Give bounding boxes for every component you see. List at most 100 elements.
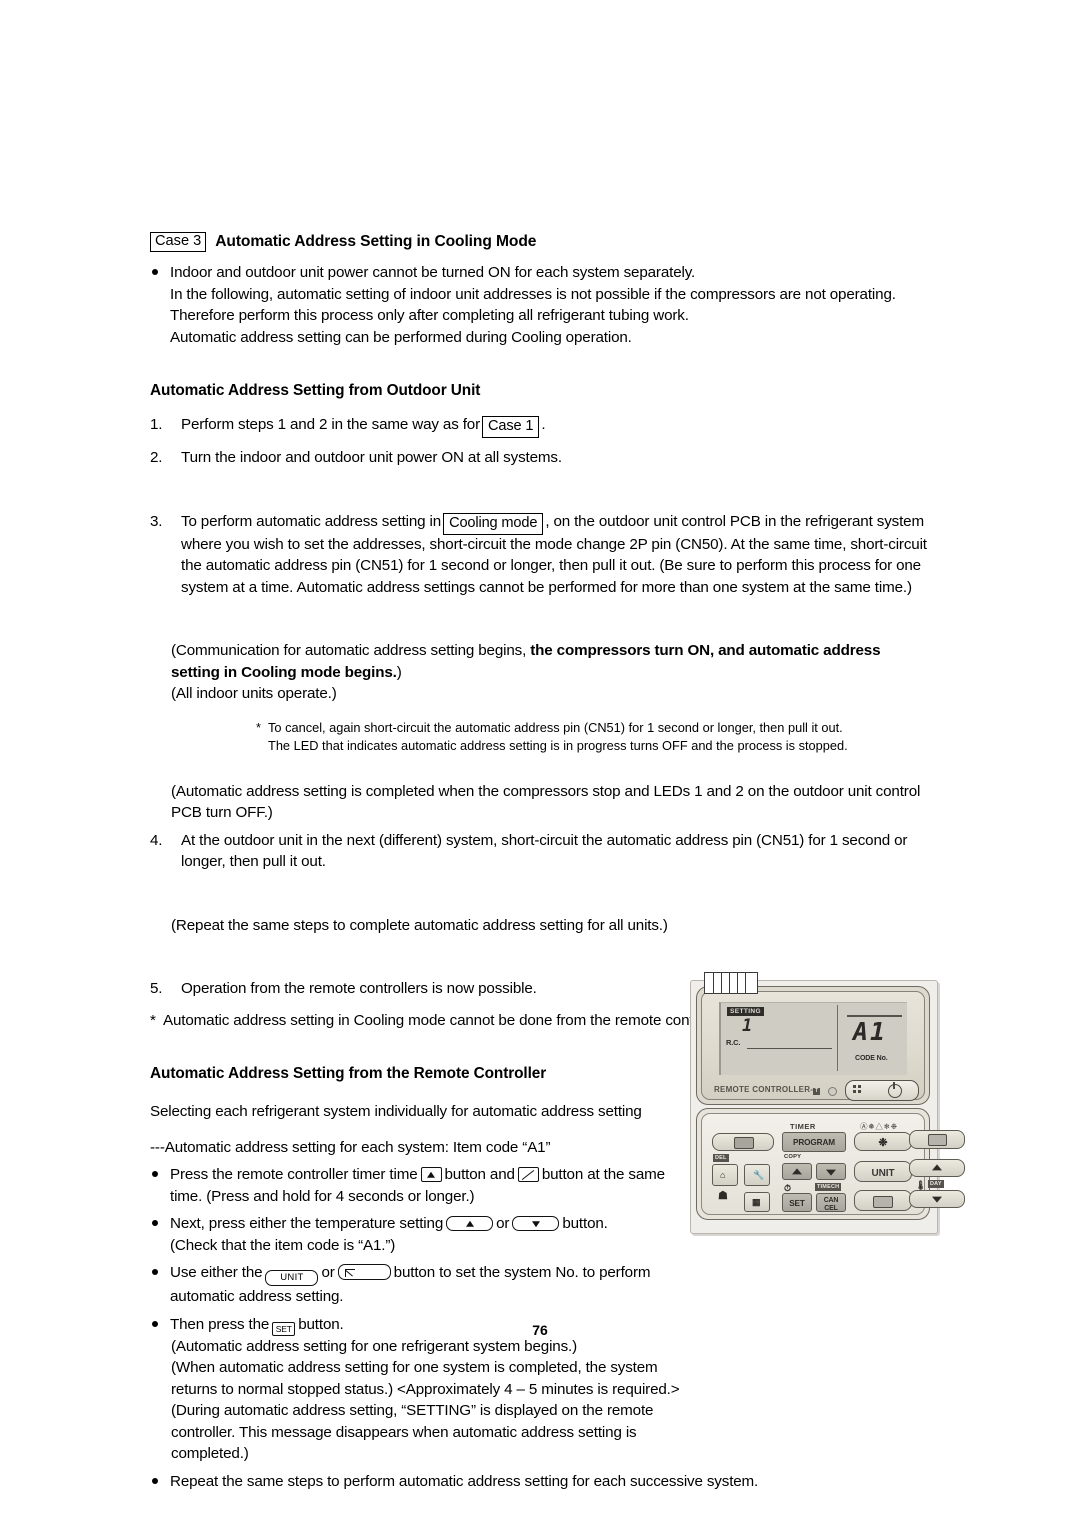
set-button[interactable]: SET bbox=[782, 1193, 812, 1212]
paren-note-line-3: returns to normal stopped status.) <Appr… bbox=[171, 1380, 680, 1398]
temp-down-key-icon bbox=[512, 1216, 560, 1231]
airflow-icon bbox=[344, 1269, 355, 1277]
service-button[interactable]: 🔧 bbox=[744, 1164, 770, 1186]
remote-bullet-3-part-1: Use either the bbox=[170, 1264, 263, 1281]
page-title: Automatic Address Setting in Cooling Mod… bbox=[215, 233, 537, 250]
item-code-dash-line: ---Automatic address setting for each sy… bbox=[150, 1138, 551, 1156]
timer-up-button[interactable] bbox=[782, 1163, 812, 1180]
step-3: 3. To perform automatic address setting … bbox=[150, 511, 940, 599]
code-number-label: CODE No. bbox=[855, 1055, 888, 1062]
step-1-text-before: Perform steps 1 and 2 in the same way as… bbox=[181, 416, 480, 433]
wrench-icon: 🔧 bbox=[753, 1170, 765, 1180]
time-check-label: TIMECH bbox=[815, 1183, 842, 1191]
step-3-line-2: where you wish to set the addresses, sho… bbox=[181, 535, 927, 553]
fan-speed-button[interactable]: ❉ bbox=[854, 1132, 912, 1151]
timer-up-key-icon bbox=[420, 1167, 442, 1182]
step-1-number: 1. bbox=[150, 416, 163, 433]
del-label: DEL bbox=[713, 1154, 729, 1162]
airflow-icon bbox=[873, 1196, 893, 1208]
mode-button[interactable] bbox=[909, 1130, 965, 1149]
step-3-number: 3. bbox=[150, 512, 163, 530]
manual-page: Case 3 Automatic Address Setting in Cool… bbox=[0, 0, 1080, 1528]
cancel-button[interactable]: CAN CEL bbox=[816, 1193, 846, 1212]
intro-line-3: Therefore perform this process only afte… bbox=[170, 307, 689, 324]
save-mode-button[interactable]: ⌂ bbox=[712, 1164, 738, 1186]
check-label: CH bbox=[830, 1184, 840, 1190]
remote-lower-shell: TIMER Ⓐ❅△❄❉ DEL ⌂ 🔧 ☗ ▦ PROGRAM COPY ⏱ T… bbox=[696, 1108, 930, 1220]
cancel-label: CAN CEL bbox=[823, 1197, 839, 1212]
remote-bullet-3-line-2: automatic address setting. bbox=[170, 1288, 344, 1305]
airflow-direction-button[interactable] bbox=[854, 1190, 912, 1211]
step-3-text-before: To perform automatic address setting in bbox=[181, 512, 442, 530]
status-led-icon bbox=[828, 1087, 837, 1096]
temp-up-button[interactable] bbox=[909, 1159, 965, 1177]
step-1-text-after: . bbox=[541, 416, 546, 433]
step-3-line-4: system at a time. Automatic address sett… bbox=[181, 578, 912, 596]
communication-note-bold-2: setting in Cooling mode begins. bbox=[171, 663, 397, 681]
triangle-up-icon bbox=[932, 1164, 942, 1171]
lcd-underline bbox=[747, 1048, 832, 1050]
day-label: DAY bbox=[928, 1180, 944, 1188]
unit-button[interactable]: UNIT bbox=[854, 1161, 912, 1182]
mode-icon bbox=[928, 1134, 947, 1146]
repeat-note: (Repeat the same steps to complete autom… bbox=[171, 916, 668, 934]
program-button[interactable]: PROGRAM bbox=[782, 1132, 846, 1152]
grid-icon: ▦ bbox=[752, 1197, 761, 1207]
remote-bullet-3-part-2: or bbox=[321, 1264, 335, 1281]
remote-bullet-5: Repeat the same steps to perform automat… bbox=[150, 1471, 940, 1493]
paren-note-line-4: (During automatic address setting, “SETT… bbox=[171, 1402, 654, 1419]
remote-bullet-2-line-2: (Check that the item code is “A1.”) bbox=[170, 1236, 396, 1254]
communication-note-line-1: (Communication for automatic address set… bbox=[171, 640, 940, 662]
temp-down-button[interactable] bbox=[909, 1190, 965, 1208]
triangle-up-icon bbox=[427, 1171, 436, 1178]
star-note-text: Automatic address setting in Cooling mod… bbox=[163, 1011, 730, 1029]
house-icon: ⌂ bbox=[720, 1170, 726, 1180]
set-label: SET bbox=[789, 1199, 805, 1208]
step-5-number: 5. bbox=[150, 980, 163, 997]
remote-bullet-2-part-3: button. bbox=[562, 1215, 608, 1232]
communication-note-bold-1: the compressors turn ON, and automatic a… bbox=[530, 642, 881, 659]
page-content: Case 3 Automatic Address Setting in Cool… bbox=[150, 232, 940, 1492]
timer-group-label: TIMER bbox=[790, 1122, 816, 1131]
remote-upper-inner: SETTING 1 R.C. A1 CODE No. REMOTE CONTRO… bbox=[701, 991, 925, 1101]
paren-note-line-6: completed.) bbox=[171, 1445, 249, 1462]
completion-note: (Automatic address setting is completed … bbox=[150, 781, 940, 824]
bullet-dot-icon bbox=[152, 1171, 158, 1177]
triangle-up-icon bbox=[465, 1220, 474, 1227]
braille-dots-icon bbox=[853, 1085, 862, 1095]
louver-button[interactable] bbox=[712, 1133, 774, 1151]
grid-button[interactable]: ▦ bbox=[744, 1192, 770, 1212]
step-5-text: Operation from the remote controllers is… bbox=[181, 980, 537, 997]
remote-bullet-1-part-2: button and bbox=[444, 1166, 515, 1183]
step-2: 2. Turn the indoor and outdoor unit powe… bbox=[150, 447, 940, 469]
intro-line-4: Automatic address setting can be perform… bbox=[170, 328, 632, 346]
remote-bullet-2-part-2: or bbox=[496, 1215, 510, 1232]
remote-controller-figure: SETTING 1 R.C. A1 CODE No. REMOTE CONTRO… bbox=[690, 972, 965, 1240]
remote-bullet-2-part-1: Next, press either the temperature setti… bbox=[170, 1215, 444, 1232]
outdoor-section-heading: Automatic Address Setting from Outdoor U… bbox=[150, 382, 481, 399]
communication-note-normal-1: (Communication for automatic address set… bbox=[171, 642, 531, 659]
remote-lcd-display: SETTING 1 R.C. A1 CODE No. bbox=[719, 1002, 907, 1075]
remote-bullet-5-text: Repeat the same steps to perform automat… bbox=[170, 1472, 759, 1490]
remote-bullet-1-part-1: Press the remote controller timer time bbox=[170, 1166, 418, 1183]
brand-label: REMOTE CONTROLLER- T bbox=[714, 1085, 821, 1095]
step-2-number: 2. bbox=[150, 449, 163, 466]
step-2-text: Turn the indoor and outdoor unit power O… bbox=[181, 449, 562, 466]
time-label: TIME bbox=[817, 1184, 831, 1190]
cancel-footnote-line-2: The LED that indicates automatic address… bbox=[268, 737, 848, 753]
communication-note-line-2: setting in Cooling mode begins.) bbox=[171, 662, 940, 684]
paren-note-line-2: (When automatic address setting for one … bbox=[171, 1359, 658, 1376]
intro-line-1: Indoor and outdoor unit power cannot be … bbox=[170, 264, 696, 281]
footnote-star: * bbox=[256, 719, 261, 735]
cooling-mode-box: Cooling mode bbox=[443, 512, 544, 535]
remote-bullet-2-line-1: Next, press either the temperature setti… bbox=[170, 1213, 715, 1235]
brand-mark-icon: T bbox=[813, 1088, 821, 1095]
slash-icon bbox=[522, 1169, 535, 1180]
triangle-down-icon bbox=[826, 1169, 836, 1176]
intro-line-2: In the following, automatic setting of i… bbox=[170, 285, 896, 303]
on-off-button[interactable] bbox=[845, 1080, 919, 1101]
mode-icons-row: Ⓐ❅△❄❉ bbox=[860, 1122, 898, 1131]
timer-down-button[interactable] bbox=[816, 1163, 846, 1180]
triangle-down-icon bbox=[932, 1196, 942, 1203]
unit-label: UNIT bbox=[871, 1168, 895, 1179]
